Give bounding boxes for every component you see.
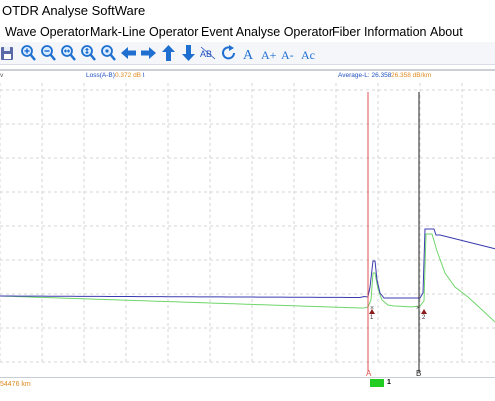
font-decrease-label: A- [281, 48, 294, 62]
average-loss-value: 26.358 dB/km [391, 72, 431, 79]
y-unit-label: v [0, 72, 4, 79]
save-icon[interactable] [0, 44, 17, 62]
font-increase-label: A+ [261, 48, 277, 62]
marker-b-label: B [416, 369, 421, 377]
zoom-out-horizontal-icon[interactable] [80, 44, 97, 62]
toolbar: AB A A+ A- Ac [0, 42, 495, 65]
trace-blue [0, 228, 495, 299]
window-title: OTDR Analyse SoftWare [2, 3, 146, 18]
fiber-index: 1 [387, 379, 391, 386]
distance-readout: 54476 km [0, 381, 31, 388]
font-increase-button[interactable]: A+ [260, 44, 277, 62]
fiber-status-indicator[interactable] [370, 379, 384, 387]
status-bar: 54476 km 1 [0, 377, 495, 401]
trace-plot[interactable]: v Loss(A-B): 0.372 dB Average-L: 26.358 … [0, 65, 495, 377]
font-reset-label: Ac [301, 48, 315, 62]
zoom-out-icon[interactable] [40, 44, 57, 62]
trace-green [0, 233, 495, 323]
font-decrease-button[interactable]: A- [280, 44, 297, 62]
marker-a-label: A [366, 369, 372, 377]
zoom-in-horizontal-icon[interactable] [60, 44, 77, 62]
title-bar: OTDR Analyse SoftWare [0, 0, 495, 22]
refresh-icon[interactable] [220, 44, 237, 62]
arrow-up-icon[interactable] [160, 44, 177, 62]
arrow-left-icon[interactable] [120, 44, 137, 62]
menu-fiber-information[interactable]: Fiber Information [332, 25, 426, 39]
font-button-a[interactable]: A [240, 44, 257, 62]
event-cross-2: × [416, 305, 420, 312]
menu-event-analyse-operator[interactable]: Event Analyse Operator [201, 25, 333, 39]
zoom-reset-icon[interactable] [100, 44, 117, 62]
event-marker-2-icon[interactable] [421, 309, 427, 314]
plot-grid [0, 83, 495, 365]
ab-marker-icon[interactable]: AB [200, 44, 217, 62]
font-button-a-label: A [243, 48, 254, 62]
loss-ab-value: 0.372 dB [115, 72, 141, 79]
zoom-in-icon[interactable] [20, 44, 37, 62]
arrow-down-icon[interactable] [180, 44, 197, 62]
menu-mark-line-operator[interactable]: Mark-Line Operator [90, 25, 198, 39]
event-marker-1-label: 1 [370, 315, 374, 321]
svg-text:AB: AB [200, 49, 212, 59]
event-marker-2-label: 2 [422, 315, 426, 321]
menu-wave-operator[interactable]: Wave Operator [5, 25, 89, 39]
menu-about[interactable]: About [430, 25, 463, 39]
arrow-right-icon[interactable] [140, 44, 157, 62]
font-reset-button[interactable]: Ac [300, 44, 317, 62]
menu-bar: Wave Operator Mark-Line Operator Event A… [0, 22, 495, 42]
